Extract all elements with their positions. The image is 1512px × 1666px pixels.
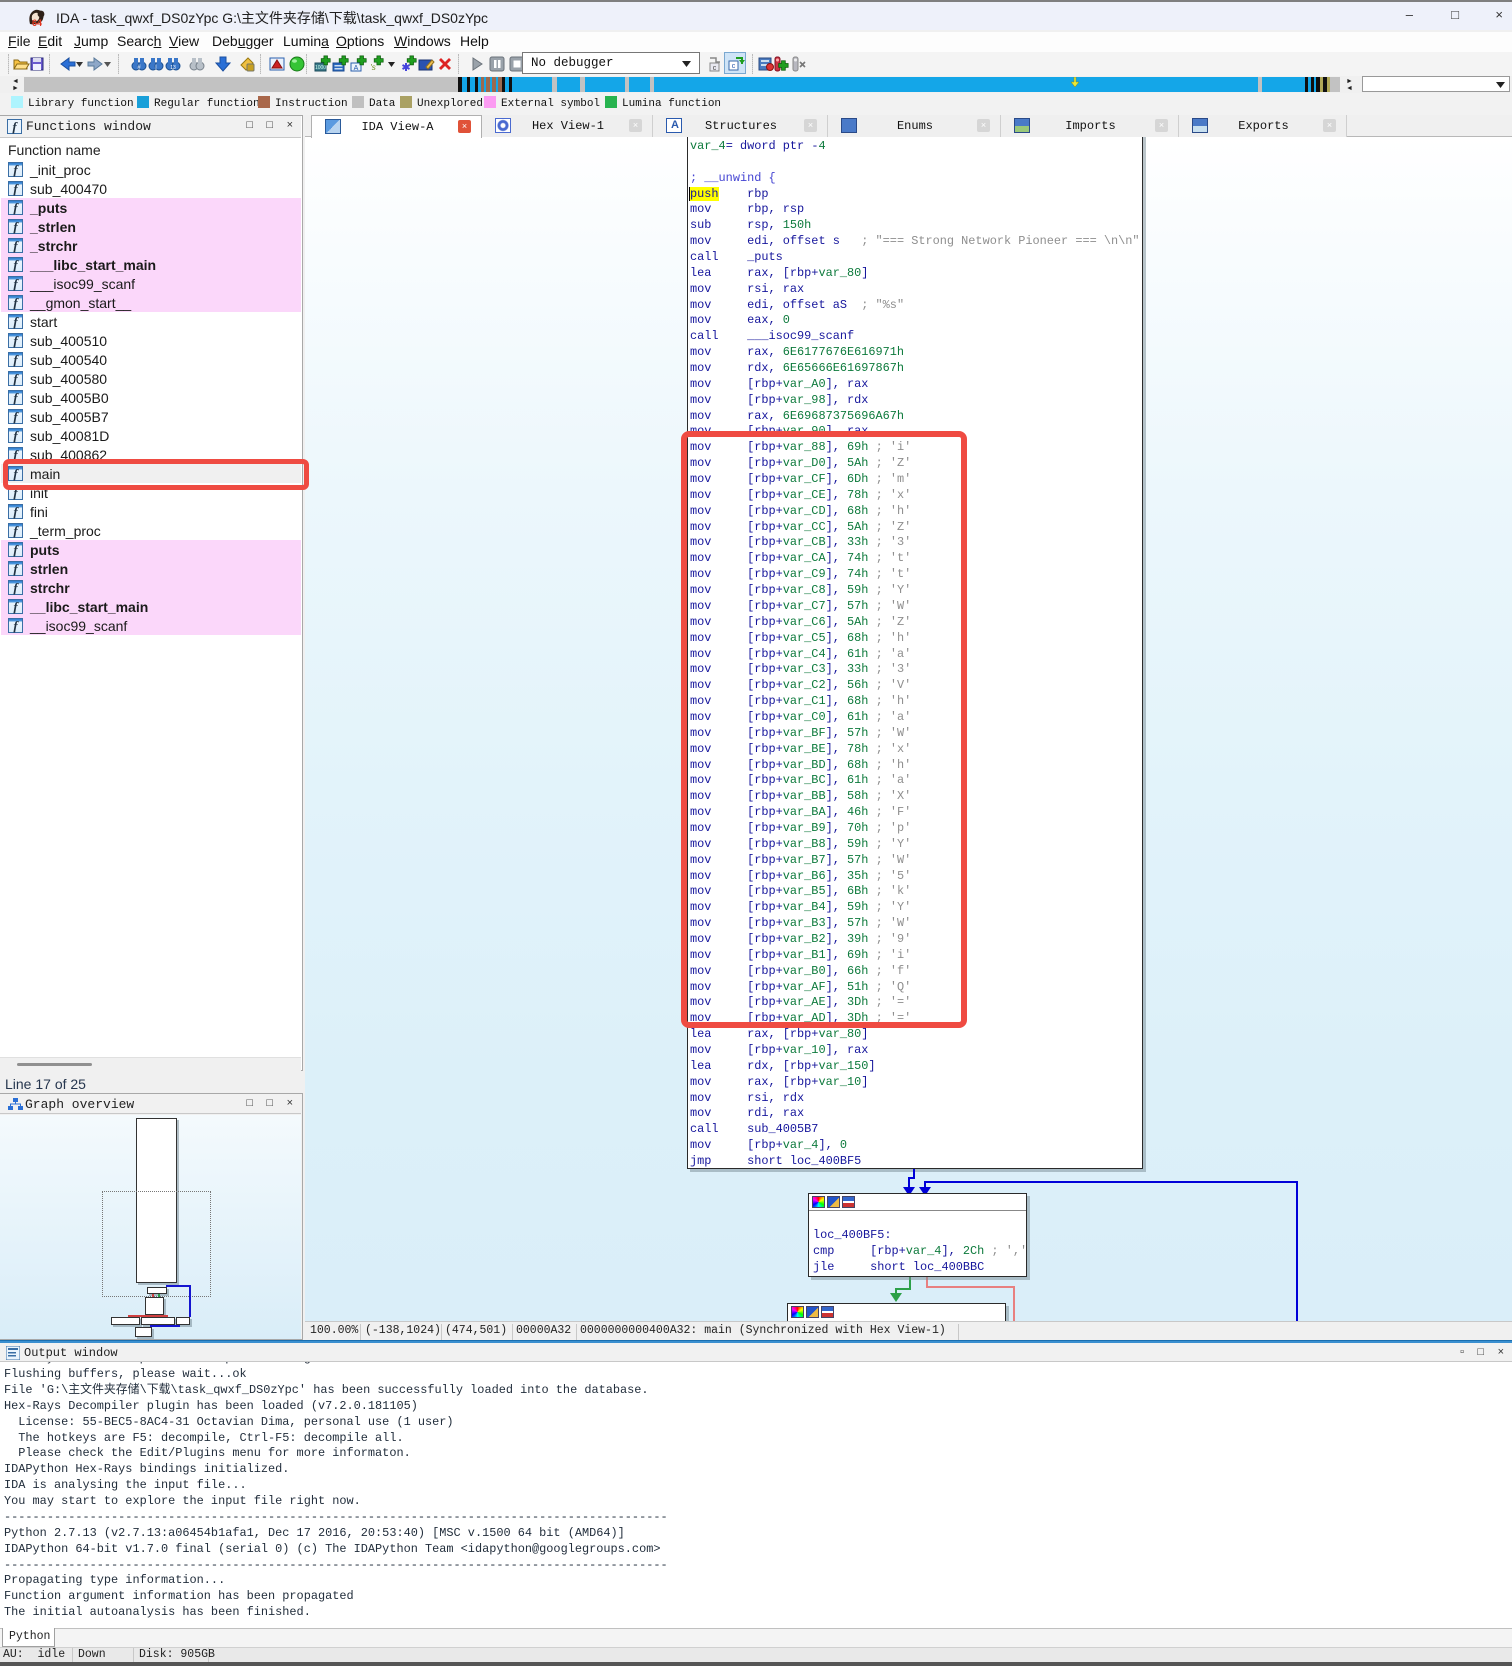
svg-text:1000: 1000 xyxy=(315,65,326,71)
svg-text:c: c xyxy=(732,63,736,70)
svg-text:64: 64 xyxy=(32,18,42,28)
svg-text:c: c xyxy=(713,65,717,72)
svg-text:A: A xyxy=(354,65,359,72)
svg-text:13: 13 xyxy=(170,65,176,71)
svg-text:'s: 's xyxy=(370,63,376,72)
